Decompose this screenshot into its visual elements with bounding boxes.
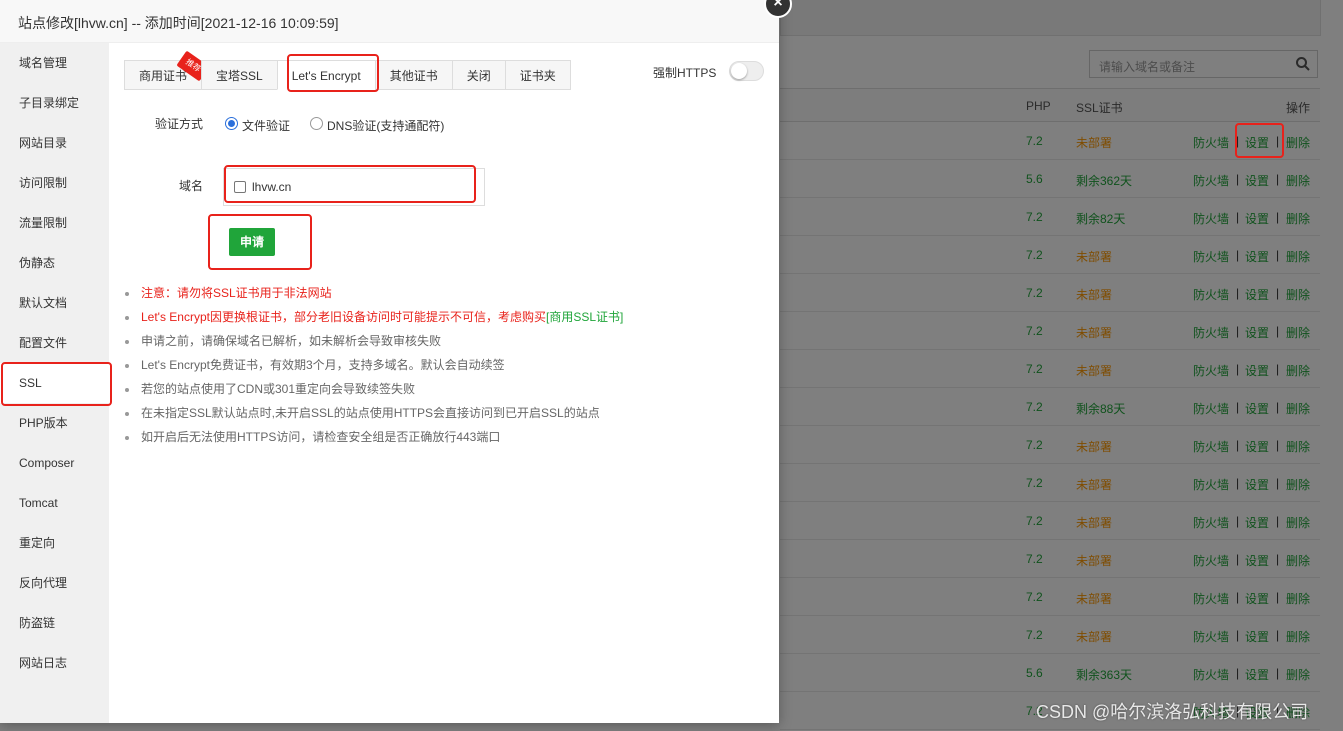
sidebar-item-php-version[interactable]: PHP版本 xyxy=(0,403,109,443)
highlight-settings-link xyxy=(1235,123,1284,158)
tab-other-cert[interactable]: 其他证书 xyxy=(374,60,452,90)
tab-commercial-cert[interactable]: 商用证书 推荐 xyxy=(124,50,210,90)
sidebar-item-tomcat[interactable]: Tomcat xyxy=(0,483,109,523)
sidebar-item-redirect[interactable]: 重定向 xyxy=(0,523,109,563)
note-item: Let's Encrypt因更换根证书，部分老旧设备访问时可能提示不可信，考虑购… xyxy=(125,305,623,329)
tab-cert-folder[interactable]: 证书夹 xyxy=(504,60,571,90)
note-item: 在未指定SSL默认站点时,未开启SSL的站点使用HTTPS会直接访问到已开启SS… xyxy=(125,401,623,425)
note-item: 若您的站点使用了CDN或301重定向会导致续签失败 xyxy=(125,377,623,401)
tab-close[interactable]: 关闭 xyxy=(451,60,505,90)
commercial-ssl-link[interactable]: [商用SSL证书] xyxy=(546,310,623,324)
highlight-lets-encrypt-tab xyxy=(287,54,379,92)
radio-dns-verify-label[interactable]: DNS验证(支持通配符) xyxy=(327,117,444,134)
sidebar-item-rewrite[interactable]: 伪静态 xyxy=(0,243,109,283)
sidebar-item-domain[interactable]: 域名管理 xyxy=(0,43,109,83)
ssl-panel: 商用证书 推荐 宝塔SSL Let's Encrypt 其他证书 关闭 证书夹 … xyxy=(109,43,779,723)
sidebar-item-reverse-proxy[interactable]: 反向代理 xyxy=(0,563,109,603)
highlight-apply-button xyxy=(208,214,312,270)
sidebar-item-composer[interactable]: Composer xyxy=(0,443,109,483)
highlight-ssl-item xyxy=(1,362,112,406)
tab-bt-ssl[interactable]: 宝塔SSL xyxy=(201,60,277,90)
watermark: CSDN @哈尔滨洛弘科技有限公司 xyxy=(1036,702,1309,722)
toggle-knob xyxy=(731,63,747,79)
sidebar-item-site-dir[interactable]: 网站目录 xyxy=(0,123,109,163)
highlight-domain xyxy=(224,165,476,203)
verify-method-label: 验证方式 xyxy=(155,117,204,131)
force-https-toggle[interactable] xyxy=(729,61,764,81)
sidebar-item-traffic-limit[interactable]: 流量限制 xyxy=(0,203,109,243)
note-item: 如开启后无法使用HTTPS访问，请检查安全组是否正确放行443端口 xyxy=(125,425,623,449)
site-edit-modal: 站点修改[lhvw.cn] -- 添加时间[2021-12-16 10:09:5… xyxy=(0,0,792,723)
note-item: 注意：请勿将SSL证书用于非法网站 xyxy=(125,281,623,305)
note-item: 申请之前，请确保域名已解析，如未解析会导致审核失败 xyxy=(125,329,623,353)
modal-title: 站点修改[lhvw.cn] -- 添加时间[2021-12-16 10:09:5… xyxy=(0,0,779,43)
radio-file-verify[interactable] xyxy=(225,117,238,130)
radio-dns-verify[interactable] xyxy=(310,117,323,130)
sidebar-item-default-doc[interactable]: 默认文档 xyxy=(0,283,109,323)
ssl-notes: 注意：请勿将SSL证书用于非法网站 Let's Encrypt因更换根证书，部分… xyxy=(125,281,623,449)
domain-label: 域名 xyxy=(179,179,204,193)
note-text: Let's Encrypt因更换根证书，部分老旧设备访问时可能提示不可信，考虑购… xyxy=(141,310,546,324)
sidebar-item-access-limit[interactable]: 访问限制 xyxy=(0,163,109,203)
sidebar-item-hotlink[interactable]: 防盗链 xyxy=(0,603,109,643)
sidebar-item-config[interactable]: 配置文件 xyxy=(0,323,109,363)
tab-label: 商用证书 xyxy=(139,69,188,83)
sidebar-item-subdir[interactable]: 子目录绑定 xyxy=(0,83,109,123)
note-item: Let's Encrypt免费证书，有效期3个月，支持多域名。默认会自动续签 xyxy=(125,353,623,377)
force-https-label: 强制HTTPS xyxy=(653,66,717,80)
sidebar-item-site-log[interactable]: 网站日志 xyxy=(0,643,109,683)
radio-file-verify-label[interactable]: 文件验证 xyxy=(242,117,290,134)
